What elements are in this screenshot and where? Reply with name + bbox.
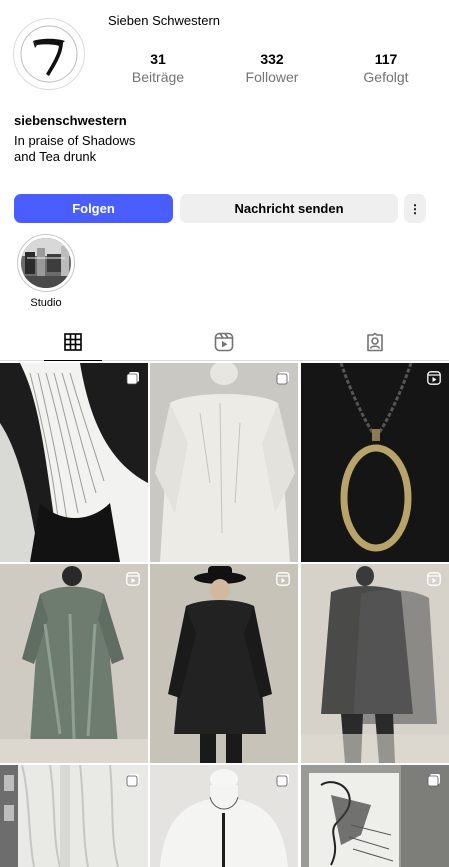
profile-stats: 31 Beiträge 332 Follower 117 Gefolgt [100,50,449,90]
post-tile[interactable] [301,363,449,562]
posts-label: Beiträge [131,69,185,85]
profile-header: Sieben Schwestern 31 Beiträge 332 Follow… [0,0,449,100]
username: siebenschwestern [14,113,127,128]
carousel-icon [427,774,440,787]
grid-icon [64,332,82,351]
following-count: 117 [374,51,398,67]
bio-line: and Tea drunk [14,149,97,164]
tab-reels[interactable] [195,323,253,361]
carousel-icon [276,372,289,385]
bio-line: In praise of Shadows [14,133,136,148]
post-image [150,564,298,763]
posts-count: 31 [150,51,166,67]
post-image [301,363,449,562]
reel-icon [126,572,140,586]
stat-posts[interactable]: 31 Beiträge [103,50,213,86]
followers-count: 332 [260,51,284,67]
posts-grid [0,363,449,867]
follow-button[interactable]: Folgen [14,194,173,223]
tab-tagged[interactable] [346,323,404,361]
reel-icon [427,572,441,586]
carousel-icon [126,774,139,787]
post-tile[interactable] [0,765,148,867]
post-tile[interactable] [301,765,449,867]
following-label: Gefolgt [363,69,409,85]
message-button[interactable]: Nachricht senden [180,194,398,223]
more-options-button[interactable]: ⋮ [404,194,426,223]
post-tile[interactable] [150,363,298,562]
profile-tabs [0,323,449,361]
post-image [301,564,449,763]
carousel-icon [126,372,139,385]
highlight-ring [17,234,75,292]
display-name: Sieben Schwestern [108,13,221,28]
carousel-icon [276,774,289,787]
stat-following[interactable]: 117 Gefolgt [331,50,441,86]
followers-label: Follower [245,69,299,85]
post-tile[interactable] [0,363,148,562]
reel-icon [276,572,290,586]
tab-posts[interactable] [44,323,102,361]
reels-icon [214,332,234,352]
avatar[interactable] [13,18,85,90]
stat-followers[interactable]: 332 Follower [217,50,327,86]
reel-icon [427,371,441,385]
highlight-label: Studio [30,297,62,309]
post-image [0,564,148,763]
tagged-icon [367,332,383,352]
post-tile[interactable] [150,564,298,763]
post-tile[interactable] [0,564,148,763]
bio: In praise of Shadows and Tea drunk [14,133,135,165]
highlight-studio[interactable]: Studio [16,234,76,309]
post-image [0,363,148,562]
highlight-thumbnail [21,238,71,288]
post-image [150,363,298,562]
seven-logo-icon [20,25,78,83]
post-tile[interactable] [301,564,449,763]
post-tile[interactable] [150,765,298,867]
